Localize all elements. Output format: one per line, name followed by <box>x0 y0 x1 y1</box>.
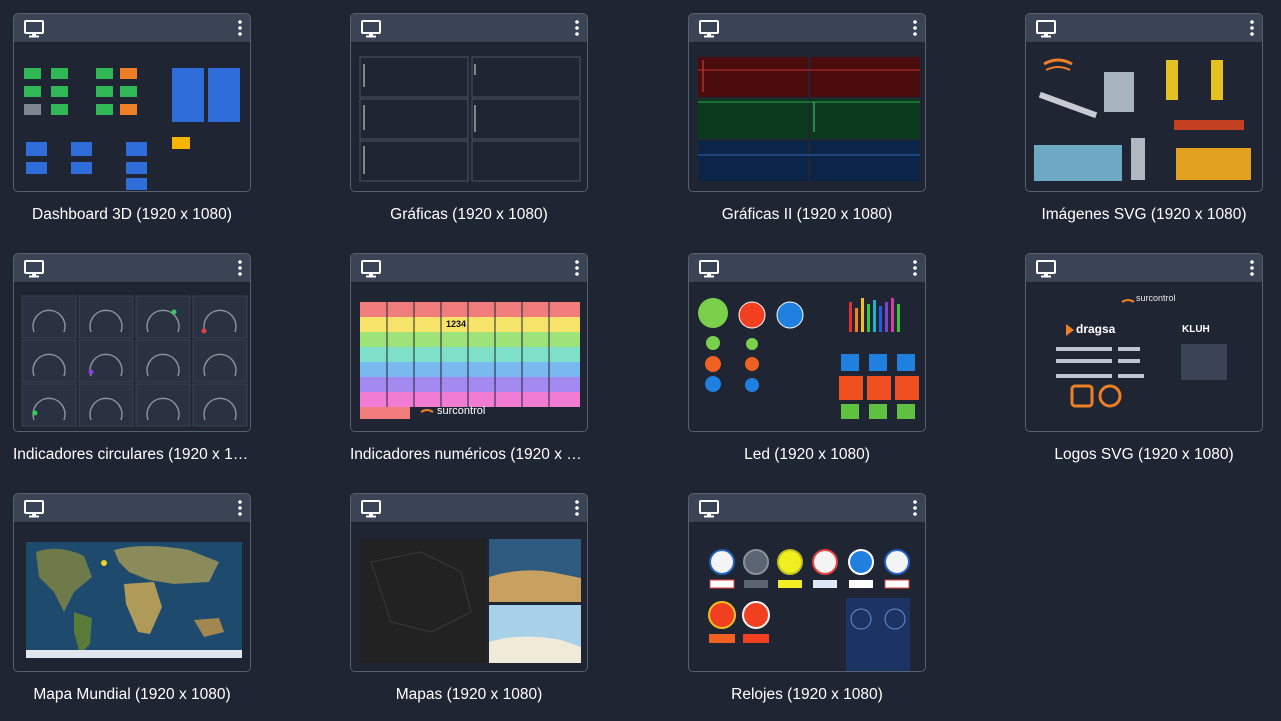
led-preview <box>698 298 919 419</box>
card-title[interactable]: Gráficas (1920 x 1080) <box>339 206 599 224</box>
monitor-icon <box>699 500 719 518</box>
more-vertical-icon[interactable] <box>236 19 244 37</box>
card-preview-numericos: 1234 surcontrol <box>351 282 587 431</box>
chart-grid-preview <box>359 56 581 182</box>
monitor-icon <box>24 260 44 278</box>
monitor-icon <box>24 500 44 518</box>
card-preview-led <box>689 282 925 431</box>
card-title[interactable]: Imágenes SVG (1920 x 1080) <box>1014 206 1274 224</box>
card-title[interactable]: Gráficas II (1920 x 1080) <box>677 206 937 224</box>
card-title[interactable]: Logos SVG (1920 x 1080) <box>1014 446 1274 464</box>
more-vertical-icon[interactable] <box>573 499 581 517</box>
more-vertical-icon[interactable] <box>911 19 919 37</box>
card-led[interactable] <box>688 253 926 432</box>
card-title[interactable]: Mapas (1920 x 1080) <box>339 686 599 704</box>
more-vertical-icon[interactable] <box>1248 259 1256 277</box>
card-preview-dashboard <box>14 42 250 191</box>
world-map-preview <box>26 542 242 658</box>
more-vertical-icon[interactable] <box>911 259 919 277</box>
card-title[interactable]: Led (1920 x 1080) <box>677 446 937 464</box>
card-preview-mapas <box>351 522 587 671</box>
card-header <box>351 14 587 42</box>
monitor-icon <box>1036 20 1056 38</box>
logo-kluh-label: KLUH <box>1182 324 1210 335</box>
card-title[interactable]: Indicadores numéricos (1920 x 1080) <box>350 446 588 464</box>
card-header <box>14 254 250 282</box>
card-header <box>689 14 925 42</box>
card-imagenes-svg[interactable] <box>1025 13 1263 192</box>
clocks-preview <box>708 549 910 671</box>
card-preview-relojes <box>689 522 925 671</box>
card-header <box>14 14 250 42</box>
more-vertical-icon[interactable] <box>236 259 244 277</box>
card-logos-svg[interactable]: surcontrol dragsa KLUH <box>1025 253 1263 432</box>
card-preview-graficas-ii <box>689 42 925 191</box>
card-header <box>14 494 250 522</box>
card-title[interactable]: Relojes (1920 x 1080) <box>677 686 937 704</box>
card-header <box>1026 14 1262 42</box>
monitor-icon <box>24 20 44 38</box>
more-vertical-icon[interactable] <box>911 499 919 517</box>
gauge-grid-preview <box>21 295 248 427</box>
monitor-icon <box>699 20 719 38</box>
chart-grid-preview <box>698 57 920 181</box>
card-title[interactable]: Indicadores circulares (1920 x 1080) <box>13 446 251 464</box>
monitor-icon <box>699 260 719 278</box>
card-preview-graficas <box>351 42 587 191</box>
card-preview-imagenes <box>1026 42 1262 191</box>
card-header <box>689 494 925 522</box>
more-vertical-icon[interactable] <box>573 259 581 277</box>
card-dashboard-3d[interactable] <box>13 13 251 192</box>
more-vertical-icon[interactable] <box>236 499 244 517</box>
card-mapas[interactable] <box>350 493 588 672</box>
logo-dragsa-label: dragsa <box>1076 322 1116 336</box>
monitor-icon <box>361 500 381 518</box>
card-header <box>1026 254 1262 282</box>
card-indicadores-circulares[interactable] <box>13 253 251 432</box>
more-vertical-icon[interactable] <box>1248 19 1256 37</box>
brand-label: surcontrol <box>1136 293 1176 303</box>
card-preview-world-map <box>14 522 250 671</box>
monitor-icon <box>361 20 381 38</box>
logos-preview <box>1056 299 1227 408</box>
card-header <box>351 494 587 522</box>
monitor-icon <box>1036 260 1056 278</box>
card-preview-circulares <box>14 282 250 431</box>
card-preview-logos: surcontrol dragsa KLUH <box>1026 282 1262 431</box>
more-vertical-icon[interactable] <box>573 19 581 37</box>
maps-preview <box>360 539 581 663</box>
brand-label: surcontrol <box>437 405 486 417</box>
card-header <box>689 254 925 282</box>
svg-images-collage <box>1034 58 1251 181</box>
card-graficas-ii[interactable] <box>688 13 926 192</box>
card-relojes[interactable] <box>688 493 926 672</box>
numeric-value-label: 1234 <box>446 319 467 329</box>
monitor-icon <box>361 260 381 278</box>
card-mapa-mundial[interactable] <box>13 493 251 672</box>
card-graficas[interactable] <box>350 13 588 192</box>
card-title[interactable]: Dashboard 3D (1920 x 1080) <box>2 206 262 224</box>
card-title[interactable]: Mapa Mundial (1920 x 1080) <box>2 686 262 704</box>
card-header <box>351 254 587 282</box>
card-indicadores-numericos[interactable]: 1234 surcontrol <box>350 253 588 432</box>
